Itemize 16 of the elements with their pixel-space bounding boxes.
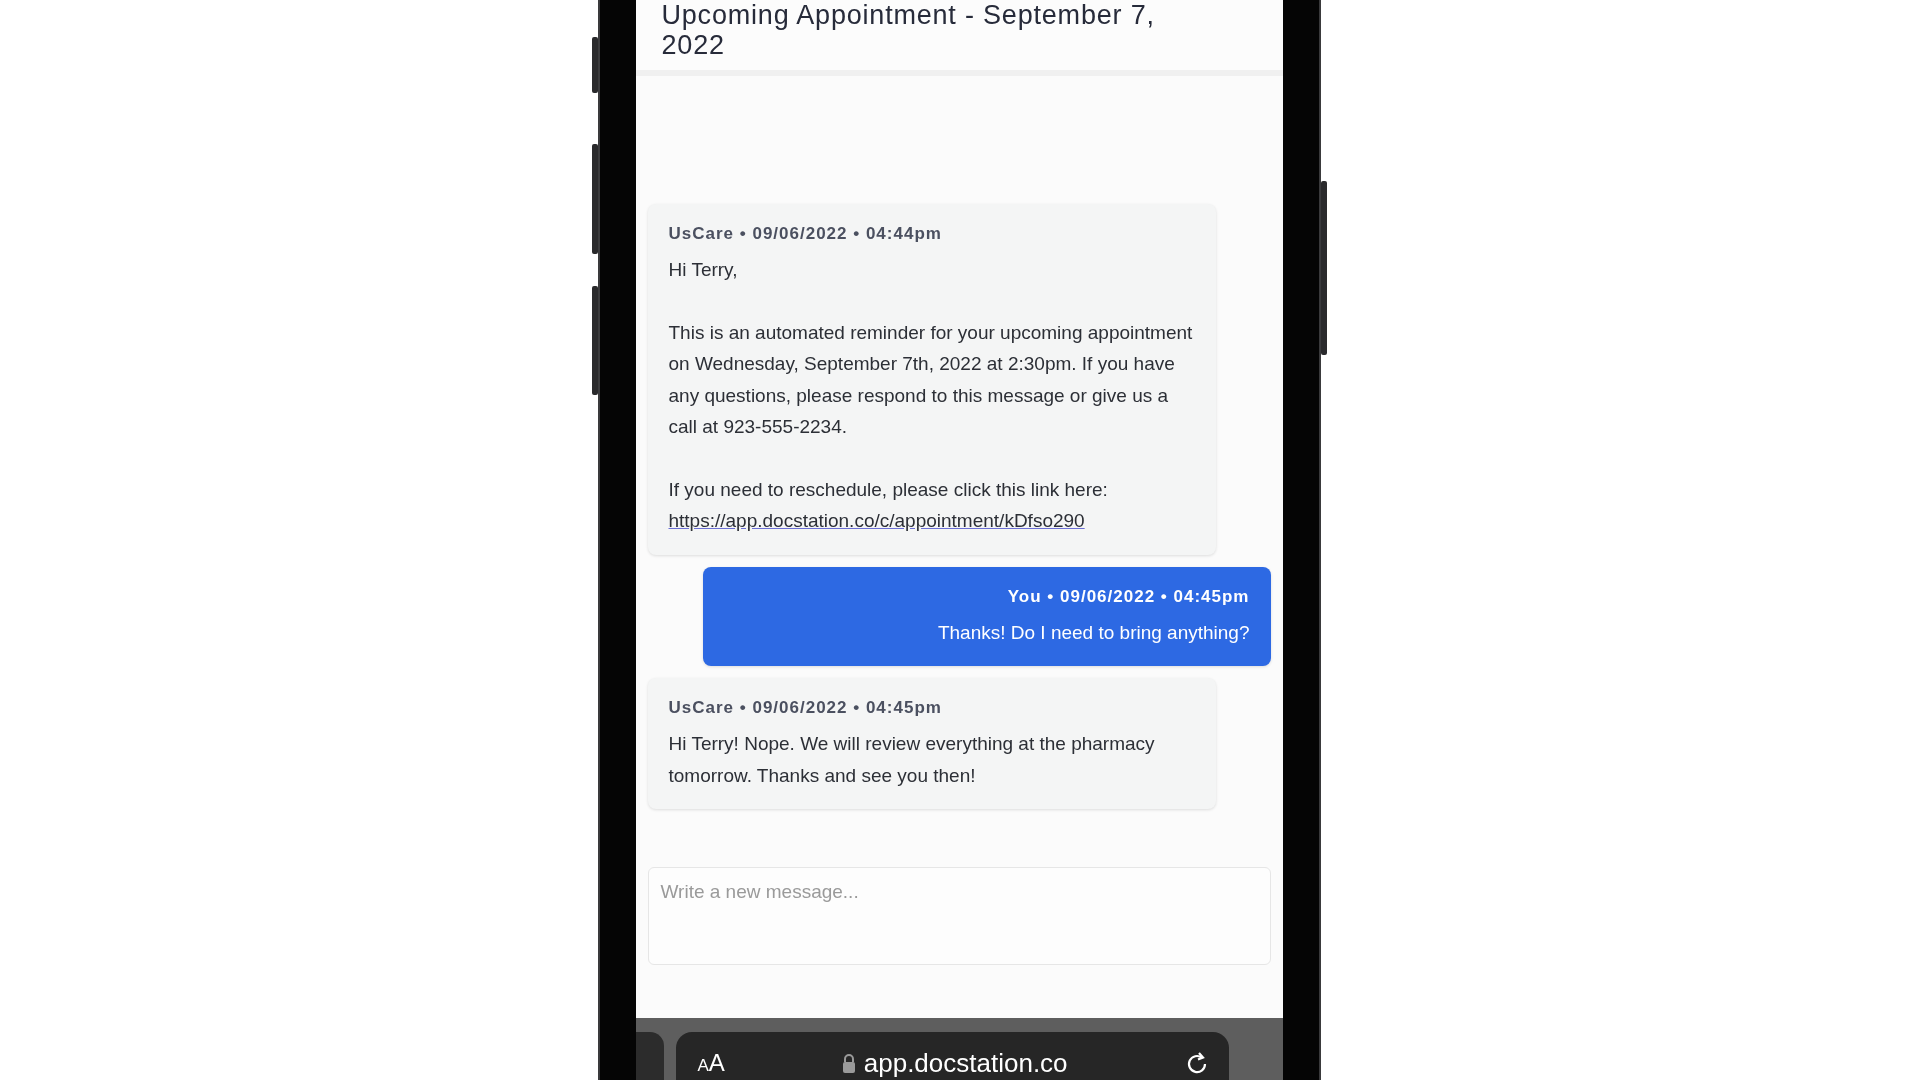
message-text: Thanks! Do I need to bring anything?	[936, 620, 1250, 645]
page-title: Upcoming Appointment - September 7, 2022	[661, 0, 1156, 60]
message-meta: UsCare • 09/06/2022 • 04:44pm	[668, 224, 943, 244]
message-text: Hi Terry,	[668, 258, 739, 282]
reschedule-link[interactable]: https://app.docstation.co/c/appointment/kDfso290	[668, 510, 1085, 531]
message-meta: You • 09/06/2022 • 04:45pm	[1006, 586, 1250, 607]
message-text: If you need to reschedule, please click this link here:	[668, 477, 1109, 502]
lock-icon	[841, 1053, 856, 1073]
message-text: Hi Terry! Nope. We will review everything at the pharmacy tomorrow. Thanks and see you then!	[668, 732, 1156, 788]
message-text: This is an automated reminder for your upcoming appointment on Wednesday, September 7th, 2022 at 2:30pm. If you have any questions, please respond to this message or give us a call at 923-555-2234.	[668, 320, 1194, 439]
url-text: app.docstation.co	[863, 1047, 1068, 1079]
address-bar[interactable]: AA app.docstation.co	[675, 1032, 1229, 1080]
browser-tab-edge	[635, 1032, 664, 1080]
message-input[interactable]: Write a new message...	[647, 867, 1271, 965]
text-size-button[interactable]: AA	[697, 1049, 725, 1077]
message-meta: UsCare • 09/06/2022 • 04:45pm	[668, 698, 943, 718]
